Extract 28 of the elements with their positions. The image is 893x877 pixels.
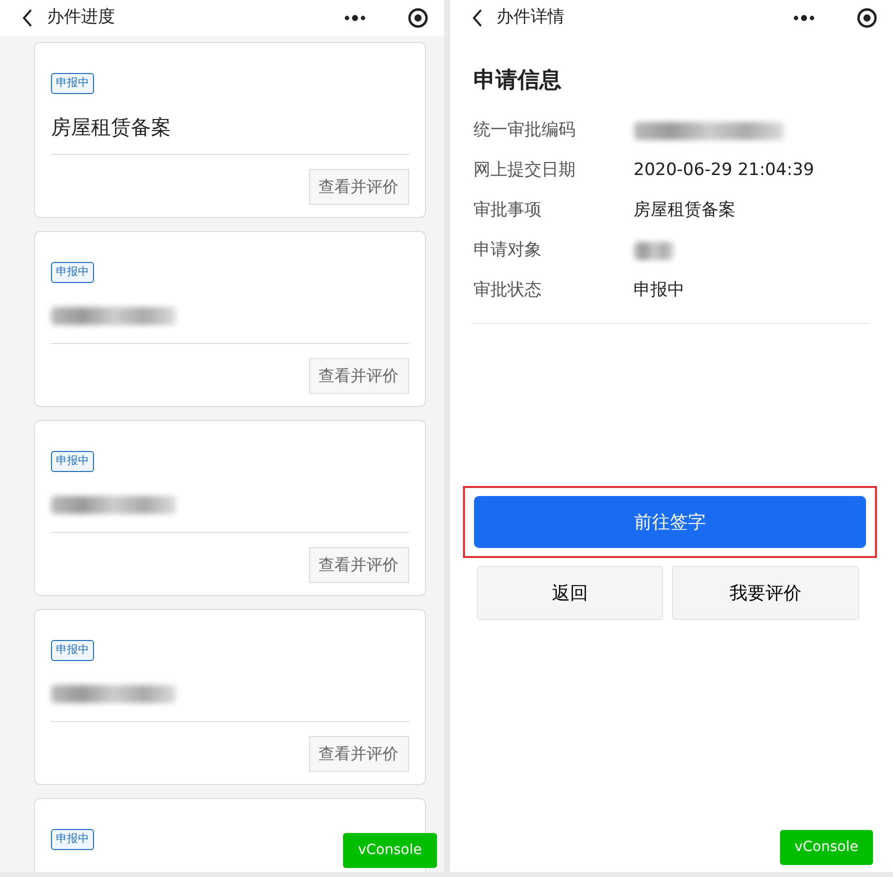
sign-button[interactable]: 前往签字: [474, 496, 866, 548]
field-value: 2020-06-29 21:04:39: [634, 159, 814, 182]
back-icon[interactable]: [472, 9, 482, 27]
field-label: 审批状态: [474, 279, 542, 302]
status-tag: 申报中: [51, 262, 94, 282]
view-and-rate-button[interactable]: 查看并评价: [308, 358, 408, 394]
field-value: 房屋租赁备案: [634, 199, 736, 222]
view-and-rate-button[interactable]: 查看并评价: [308, 736, 408, 772]
action-button[interactable]: 我要评价: [672, 566, 859, 620]
more-icon[interactable]: [344, 15, 366, 21]
back-icon[interactable]: [22, 9, 33, 27]
field-value: 申报中: [634, 279, 684, 302]
page-title: 办件详情: [496, 6, 566, 30]
status-tag: 申报中: [51, 73, 94, 94]
view-and-rate-button[interactable]: 查看并评价: [308, 168, 408, 204]
page-title: 办件进度: [47, 6, 116, 30]
action-button[interactable]: 返回: [476, 566, 664, 620]
status-tag: 申报中: [51, 640, 94, 660]
view-and-rate-button[interactable]: 查看并评价: [308, 546, 408, 582]
field-label: 统一审批编码: [474, 119, 576, 142]
section-title: 申请信息: [474, 67, 562, 95]
field-label: 审批事项: [474, 199, 542, 222]
status-tag: 申报中: [51, 829, 94, 850]
card-title: 房屋租赁备案: [51, 114, 171, 140]
field-label: 网上提交日期: [474, 159, 576, 182]
field-label: 申请对象: [474, 239, 542, 262]
status-tag: 申报中: [51, 451, 94, 472]
more-icon[interactable]: [793, 15, 815, 21]
